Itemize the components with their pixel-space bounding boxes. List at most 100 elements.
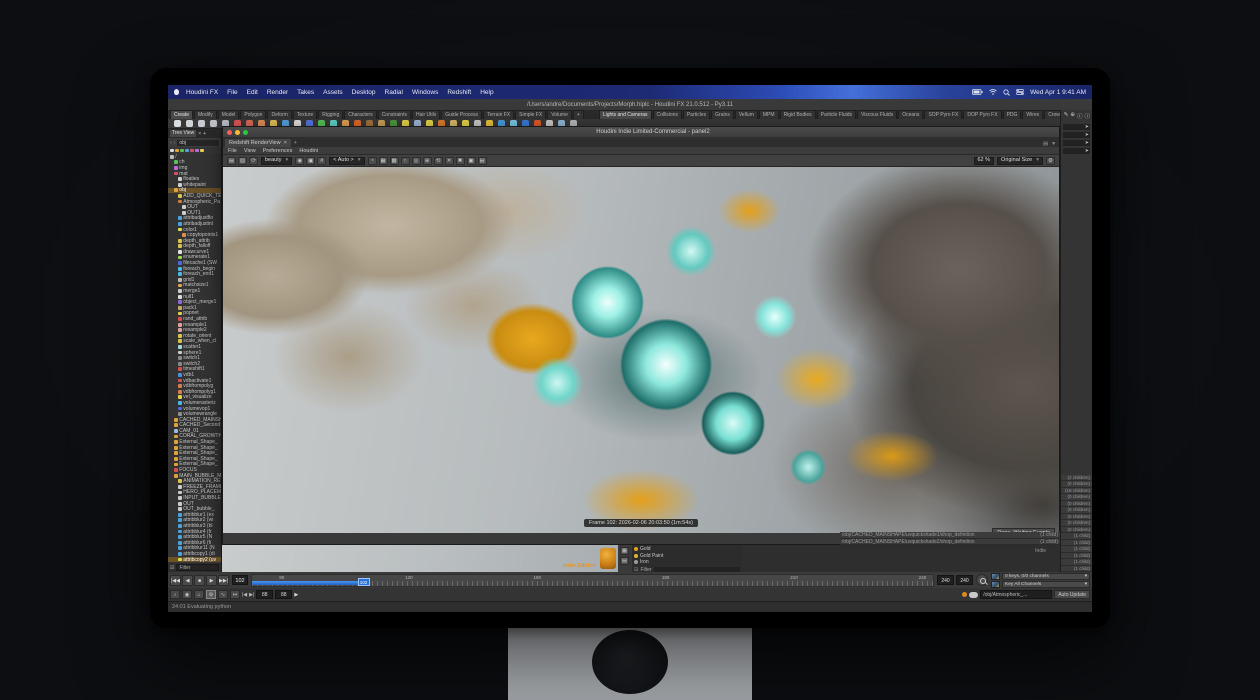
shelf-tab[interactable]: Hair Utils (412, 110, 440, 119)
transport-button[interactable]: ▶▶| (218, 575, 229, 586)
shelf-tab[interactable]: Wires (1022, 110, 1043, 119)
thumbnail-icon[interactable] (991, 581, 1000, 588)
shelf-tool-icon[interactable] (210, 120, 217, 127)
shelf-tab[interactable]: PDG (1003, 110, 1022, 119)
filter-img-icon[interactable] (195, 149, 199, 153)
renderview-menu-item[interactable]: View (244, 148, 256, 154)
range-start-field2[interactable]: 88 (275, 590, 292, 599)
back-icon[interactable]: ‹ (170, 140, 172, 146)
toolbar-icon[interactable]: # (317, 157, 326, 165)
zoom-level-field[interactable]: 62 % (974, 157, 995, 165)
shelf-tab[interactable]: Rigid Bodies (780, 110, 816, 119)
filter-sop-icon[interactable] (180, 149, 184, 153)
forward-icon[interactable]: › (174, 140, 176, 146)
shelf-tab[interactable]: Particles (683, 110, 710, 119)
shelf-tab[interactable]: MPM (759, 110, 779, 119)
shelf-tab[interactable]: Rigging (318, 110, 343, 119)
menubar-item[interactable]: Takes (297, 89, 314, 96)
render-image[interactable]: Frame 102: 2026-02-06 20:03:50 (1m:54s) (223, 167, 1059, 533)
panel-titlebar[interactable]: Houdini Indie Limited-Commercial - panel… (223, 127, 1059, 137)
filter-dop-icon[interactable] (185, 149, 189, 153)
menubar-item[interactable]: Render (267, 89, 288, 96)
playback-settings-button[interactable]: ⚙ (206, 590, 216, 599)
param-field[interactable]: ➤ (1063, 148, 1090, 154)
shelf-tab[interactable]: Viscous Fluids (857, 110, 897, 119)
shelf-tab[interactable]: Vellum (735, 110, 758, 119)
shelf-tab[interactable]: Model (218, 110, 240, 119)
material-shader-ball[interactable] (600, 548, 616, 569)
toolbar-icon[interactable]: ▣ (467, 157, 476, 165)
playhead[interactable]: 102 (358, 578, 370, 586)
shelf-tab[interactable]: Guide Process (441, 110, 482, 119)
shelf-tab[interactable]: + (573, 110, 584, 119)
houdini-window-titlebar[interactable]: /Users/andre/Documents/Projects/Morph.hi… (168, 99, 1092, 110)
menubar-clock[interactable]: Wed Apr 1 9:41 AM (1030, 89, 1086, 96)
toolbar-icon[interactable]: ◔ (368, 157, 377, 165)
timeline-zoom-icon[interactable] (976, 574, 988, 586)
help-icon[interactable]: ⓘ (1084, 112, 1090, 120)
timeline-ruler[interactable]: 90120150180210240 102 (251, 574, 934, 587)
keys-status-button[interactable]: 0 keys, 0/0 channels▾ (1002, 573, 1090, 580)
toolbar-icon[interactable]: ◎ (412, 157, 421, 165)
shelf-tab[interactable]: Collisions (653, 110, 682, 119)
render-pass-select[interactable]: beauty ▾ (261, 157, 292, 165)
audio-options-button[interactable]: ♪ (170, 590, 180, 599)
menubar-item[interactable]: File (227, 89, 237, 96)
shelf-tab[interactable]: Constraints (378, 110, 411, 119)
shelf-tab[interactable]: Terrain FX (483, 110, 514, 119)
filter-mat-icon[interactable] (190, 149, 194, 153)
pane-menu-icon[interactable]: ▤ (1041, 141, 1050, 147)
tab-redshift-renderview[interactable]: Redshift RenderView × (225, 139, 291, 147)
shelf-tab[interactable]: Characters (344, 110, 376, 119)
shelf-tab[interactable]: Polygon (240, 110, 266, 119)
search-icon[interactable] (1003, 89, 1010, 96)
image-size-select[interactable]: Original Size ▾ (997, 157, 1043, 165)
shelf-tab[interactable]: Texture (293, 110, 317, 119)
transport-button[interactable]: ▶ (206, 575, 217, 586)
jump-to-operator-icon[interactable]: ➤ (1085, 148, 1089, 154)
toolbar-icon[interactable]: ▤ (227, 157, 236, 165)
toolbar-icon[interactable]: ▤ (478, 157, 487, 165)
toolbar-icon[interactable]: ✕ (445, 157, 454, 165)
control-center-icon[interactable] (1016, 89, 1024, 95)
step-mode-button[interactable]: ↦ (230, 590, 240, 599)
pane-split-icon[interactable]: ▾ (1050, 141, 1057, 147)
close-traffic-light[interactable] (227, 130, 232, 135)
menubar-item[interactable]: Radial (385, 89, 403, 96)
toolbar-icon[interactable]: ◉ (295, 157, 304, 165)
jump-to-operator-icon[interactable]: ➤ (1085, 132, 1089, 138)
current-node-path-field[interactable]: /obj/Atmospheric_... (980, 590, 1052, 599)
magnifier-icon[interactable]: ⊕ (1070, 112, 1075, 120)
auto-snapshot-select[interactable]: < Auto > ▾ (329, 157, 364, 165)
shelf-tab[interactable]: Deform (267, 110, 291, 119)
shelf-tool-icon[interactable] (174, 120, 181, 127)
shelf-tab[interactable]: Particle Fluids (817, 110, 856, 119)
range-end-field2[interactable]: 240 (956, 575, 973, 585)
filter-chop-icon[interactable] (200, 149, 204, 153)
param-field[interactable]: ➤ (1063, 132, 1090, 138)
keyframe-options-button[interactable]: ◉ (182, 590, 192, 599)
toolbar-icon[interactable]: ▩ (390, 157, 399, 165)
param-field[interactable]: ➤ (1063, 124, 1090, 130)
apple-menu-icon[interactable] (174, 89, 179, 95)
param-field[interactable]: ➤ (1063, 140, 1090, 146)
wifi-icon[interactable] (989, 89, 997, 95)
toolbar-icon[interactable]: ▦ (379, 157, 388, 165)
tree-filter-input[interactable]: Filter (176, 564, 219, 571)
menubar-item[interactable]: Edit (247, 89, 258, 96)
shelf-tab[interactable]: Grains (711, 110, 734, 119)
battery-icon[interactable] (972, 89, 983, 95)
shelf-tab[interactable]: Modify (194, 110, 217, 119)
edit-icon[interactable]: ✎ (1064, 112, 1069, 120)
shelf-tool-icon[interactable] (198, 120, 205, 127)
key-all-channels-button[interactable]: Key All Channels▾ (1002, 581, 1090, 588)
menubar-item[interactable]: Windows (412, 89, 438, 96)
jump-to-operator-icon[interactable]: ➤ (1085, 124, 1089, 130)
material-viewport[interactable]: Indie Edition (222, 545, 618, 572)
range-prev-icon[interactable]: |◀ (242, 592, 247, 598)
thumbnail-icon[interactable] (991, 573, 1000, 580)
filter-checkbox[interactable]: ☑ (170, 565, 174, 571)
tab-close-icon[interactable]: × (284, 140, 287, 146)
shelf-tab[interactable]: Lights and Cameras (599, 110, 652, 119)
transport-button[interactable]: |◀◀ (170, 575, 181, 586)
